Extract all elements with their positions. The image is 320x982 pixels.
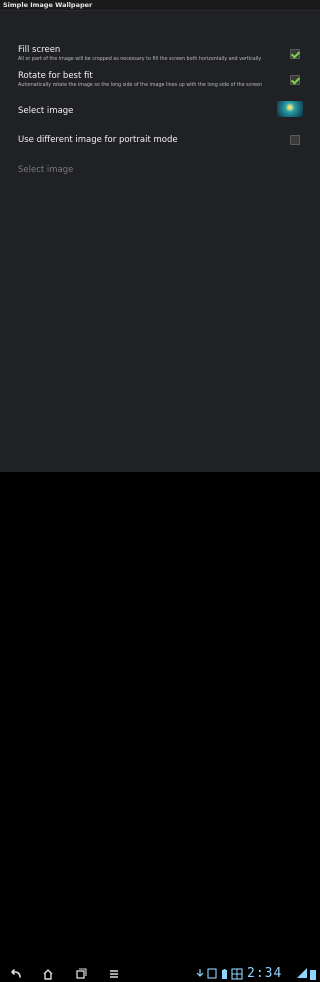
fill-screen-checkbox[interactable] — [290, 49, 300, 59]
back-icon[interactable] — [10, 968, 22, 980]
pref-select-image[interactable]: Select image — [18, 106, 73, 117]
pref-portrait-different-image-title: Use different image for portrait mode — [18, 135, 178, 145]
clock: 2:34 — [247, 966, 283, 981]
pref-fill-screen[interactable]: Fill screen All or part of the image wil… — [18, 45, 261, 63]
rotate-best-fit-checkbox[interactable] — [290, 75, 300, 85]
pref-rotate-best-fit-summary: Automatically rotate the image so the lo… — [18, 83, 263, 88]
recent-apps-icon[interactable] — [75, 968, 87, 980]
pref-portrait-different-image[interactable]: Use different image for portrait mode — [18, 135, 178, 146]
download-icon — [196, 969, 204, 977]
pref-select-image-title: Select image — [18, 106, 74, 116]
selected-image-thumbnail[interactable] — [277, 101, 303, 117]
pref-select-image-portrait-title: Select image — [18, 165, 74, 175]
system-navigation-bar: 2:34 — [0, 472, 320, 981]
pref-rotate-best-fit[interactable]: Rotate for best fit Automatically rotate… — [18, 71, 262, 89]
grid-icon — [231, 968, 243, 980]
pref-fill-screen-summary: All or part of the image will be cropped… — [18, 57, 262, 62]
notification-icon — [207, 968, 217, 979]
pref-fill-screen-title: Fill screen — [18, 45, 61, 55]
home-icon[interactable] — [42, 968, 54, 980]
pref-select-image-portrait: Select image — [18, 165, 73, 176]
app-title-bar: Simple Image Wallpaper — [0, 0, 320, 11]
app-title: Simple Image Wallpaper — [3, 1, 93, 9]
pref-rotate-best-fit-title: Rotate for best fit — [18, 71, 93, 81]
battery-icon — [222, 969, 227, 979]
portrait-different-image-checkbox[interactable] — [290, 135, 300, 145]
menu-icon[interactable] — [108, 968, 120, 980]
settings-content: Fill screen All or part of the image wil… — [0, 11, 320, 472]
wifi-icon — [297, 968, 316, 980]
status-icons — [196, 968, 243, 980]
